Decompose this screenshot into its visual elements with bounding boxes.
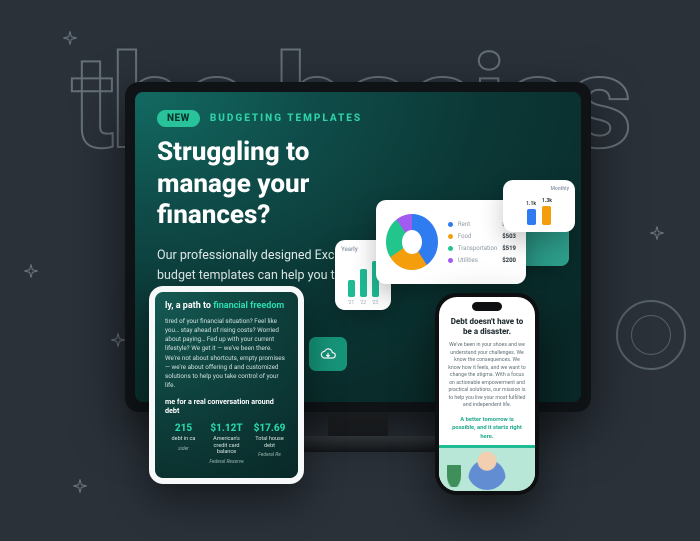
legend-label: Food <box>458 233 497 240</box>
stat-label: Total house debt <box>251 436 288 449</box>
year-tick: '21 <box>348 300 355 306</box>
stat-label: debt in ca <box>165 436 202 443</box>
year-tick: '23 <box>372 300 379 306</box>
stat-column: $17.69 Total house debt Federal Re <box>251 423 288 465</box>
sparkle-icon <box>23 263 39 279</box>
phone-heading: Debt doesn't have to be a disaster. <box>448 317 526 337</box>
legend-label: Transportation <box>458 245 497 252</box>
sparkle-icon <box>72 478 88 494</box>
hero-title: Struggling to manage your finances? <box>135 127 385 232</box>
tablet-body-text: tired of your financial situation? Feel … <box>165 317 288 390</box>
chart-title: Monthly <box>509 186 569 192</box>
tablet-heading: ly, a path to financial freedom <box>165 301 288 311</box>
monthly-bar-chart-card: Monthly 1.1k 1.3k <box>503 180 575 232</box>
dynamic-island <box>472 302 502 311</box>
legend-dot <box>448 246 453 251</box>
legend-value: $200 <box>502 257 516 264</box>
smiling-person-photo <box>467 450 507 490</box>
stat-column: $1.12T American's credit card balance Fede… <box>208 423 245 465</box>
sparkle-icon <box>110 332 126 348</box>
donut-legend-row: Food $503 <box>448 233 516 240</box>
legend-value: $519 <box>502 245 516 252</box>
year-tick: '22 <box>360 300 367 306</box>
stat-source: sider <box>165 446 202 452</box>
donut-legend-row: Transportation $519 <box>448 245 516 252</box>
tablet-mockup: ly, a path to financial freedom tired of… <box>149 286 304 484</box>
donut-chart <box>386 214 438 270</box>
month-bar <box>527 209 536 225</box>
year-bar <box>348 280 355 297</box>
sparkle-icon <box>62 30 78 46</box>
cloud-download-icon <box>320 346 336 362</box>
phone-hero-image <box>439 445 535 491</box>
orbit-decoration <box>616 300 686 370</box>
phone-body-text: We've been in your shoes and we understa… <box>448 342 526 410</box>
stat-label: American's credit card balance <box>208 436 245 456</box>
month-value: 1.3k <box>542 198 552 204</box>
download-button[interactable] <box>309 337 347 371</box>
year-bar <box>360 269 367 298</box>
tablet-lead-text: me for a real conversation around debt <box>165 397 288 415</box>
new-pill-badge: NEW <box>157 110 200 127</box>
legend-label: Utilities <box>458 257 497 264</box>
tablet-screen: ly, a path to financial freedom tired of… <box>155 292 298 478</box>
stat-column: 215 debt in ca sider <box>165 423 202 465</box>
stat-value: $17.69 <box>251 423 288 434</box>
hero-mockup-scene: the basics NEW BUDGETING TEMPLATES Strug… <box>0 0 700 541</box>
plant-illustration <box>447 465 461 487</box>
phone-closing-line: A better tomorrow is possible, and it st… <box>448 416 526 441</box>
stat-source: Federal Re <box>251 452 288 458</box>
legend-dot <box>448 258 453 263</box>
month-col: 1.1k <box>526 201 536 225</box>
badge-category-label: BUDGETING TEMPLATES <box>210 113 362 124</box>
month-col: 1.3k <box>542 198 552 225</box>
legend-label: Rent <box>458 221 497 228</box>
stat-value: 215 <box>165 423 202 434</box>
phone-mockup: Debt doesn't have to be a disaster. We'v… <box>435 293 539 495</box>
stat-value: $1.12T <box>208 423 245 434</box>
month-value: 1.1k <box>526 201 536 207</box>
legend-dot <box>448 234 453 239</box>
phone-screen: Debt doesn't have to be a disaster. We'v… <box>439 297 535 491</box>
stat-source: Federal Reserve <box>208 459 245 465</box>
donut-legend-row: Utilities $200 <box>448 257 516 264</box>
legend-value: $503 <box>502 233 516 240</box>
legend-dot <box>448 222 453 227</box>
month-bar <box>542 206 551 225</box>
sparkle-icon <box>649 225 665 241</box>
